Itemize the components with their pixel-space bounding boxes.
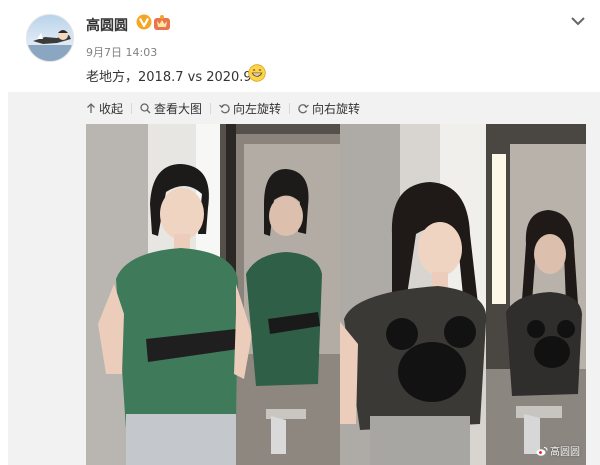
photo-image [86, 124, 340, 465]
view-large-button[interactable]: 查看大图 [140, 100, 202, 117]
post-photo-2020[interactable] [340, 124, 586, 465]
toolbar-divider [210, 102, 212, 114]
photo-image [340, 124, 586, 465]
view-large-label: 查看大图 [154, 101, 203, 116]
rotate-right-label: 向右旋转 [312, 101, 361, 116]
post-text: 老地方，2018.7 vs 2020.9 [86, 70, 252, 85]
member-crown-icon[interactable] [153, 14, 171, 31]
watermark-text: 高圆圆 [550, 447, 580, 458]
verified-v-icon[interactable] [136, 14, 152, 30]
avatar-image [27, 30, 73, 61]
arrow-up-icon [87, 102, 95, 113]
rotate-left-button[interactable]: 向左旋转 [219, 100, 281, 117]
weibo-logo-icon [536, 446, 548, 456]
collapse-button[interactable]: 收起 [86, 100, 123, 117]
grinning-face-emoji-icon [248, 64, 266, 82]
post-timestamp[interactable]: 9月7日 14:03 [86, 44, 157, 60]
post-header: 高圆圆 9月7日 14:03 老地方，2018.7 vs 2020.9 [0, 0, 600, 92]
chevron-down-icon[interactable] [570, 14, 586, 28]
rotate-right-button[interactable]: 向右旋转 [298, 100, 360, 117]
rotate-right-icon [298, 103, 309, 113]
toolbar-divider [131, 102, 133, 114]
rotate-left-label: 向左旋转 [233, 101, 282, 116]
media-toolbar: 收起 查看大图 向左旋转 向右旋转 [86, 98, 360, 118]
search-icon [140, 102, 151, 113]
toolbar-divider [289, 102, 291, 114]
user-name[interactable]: 高圆圆 [86, 15, 128, 35]
collapse-label: 收起 [99, 101, 124, 116]
user-avatar[interactable] [26, 14, 74, 62]
post-photo-2018[interactable] [86, 124, 340, 465]
photo-watermark: 高圆圆 [536, 443, 580, 458]
rotate-left-icon [219, 103, 230, 113]
